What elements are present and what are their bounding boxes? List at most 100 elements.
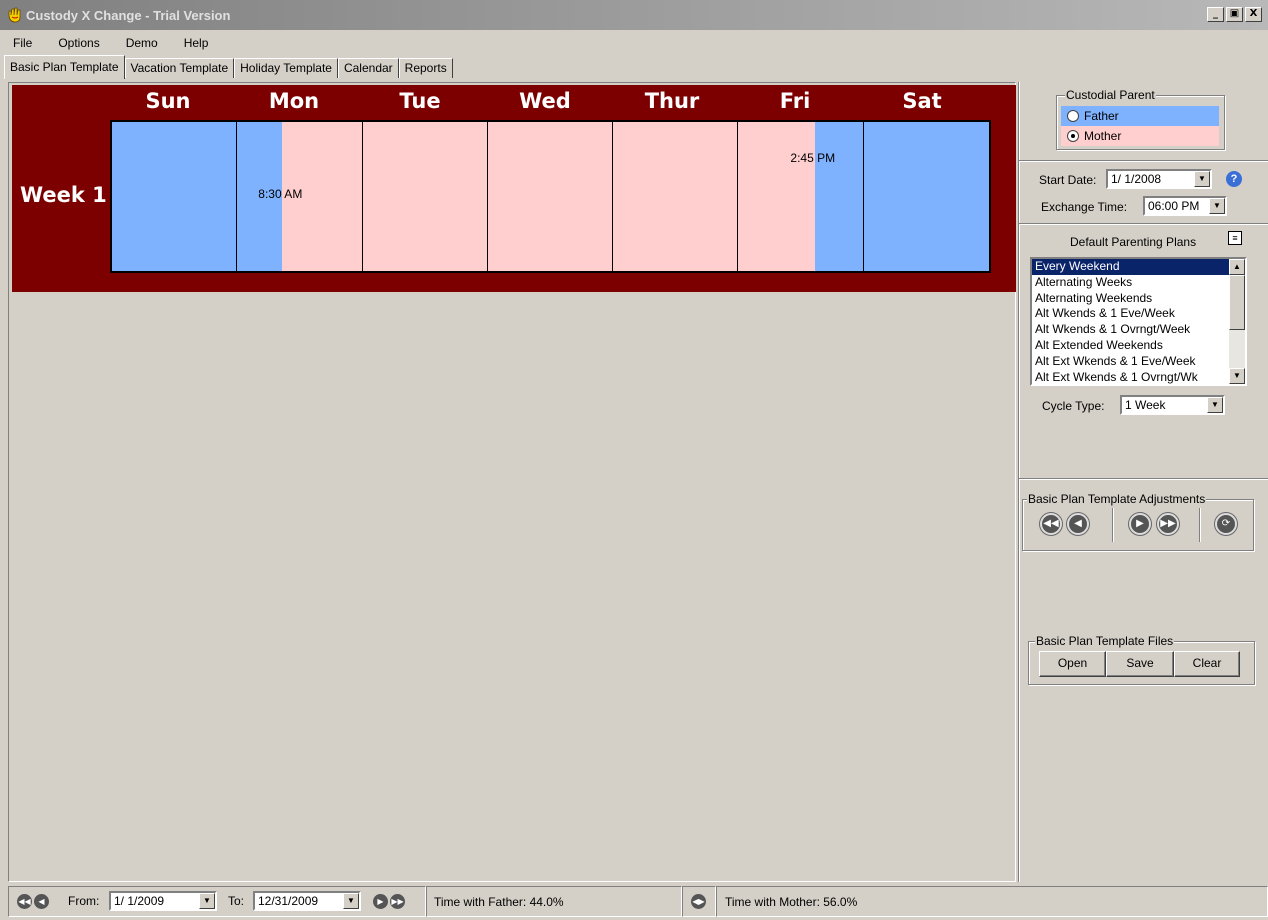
tab-basic-plan-template[interactable]: Basic Plan Template	[4, 55, 125, 79]
list-scrollbar[interactable]: ▲ ▼	[1229, 259, 1245, 384]
father-time-text: Time with Father: 44.0%	[434, 894, 564, 909]
day-cell-fri[interactable]: 2:45 PM	[738, 122, 864, 271]
day-cell-wed[interactable]	[487, 122, 614, 271]
chevron-down-icon[interactable]: ▼	[1209, 198, 1225, 214]
list-item[interactable]: Alt Ext Wkends & 1 Eve/Week	[1032, 354, 1245, 370]
menu-file[interactable]: File	[0, 36, 45, 50]
mother-time-text: Time with Mother: 56.0%	[725, 894, 858, 909]
day-header-mon: Mon	[268, 89, 320, 113]
day-cell-mon[interactable]: 8:30 AM	[237, 122, 363, 271]
father-segment	[815, 122, 863, 271]
shift-left-fast-icon[interactable]: ◀◀	[1040, 513, 1062, 535]
help-icon[interactable]: ?	[1226, 171, 1242, 187]
shift-left-icon[interactable]: ◀	[1067, 513, 1089, 535]
prev-icon[interactable]: ◀	[34, 894, 49, 909]
scroll-down-icon[interactable]: ▼	[1229, 368, 1245, 384]
to-date-picker[interactable]: 12/31/2009 ▼	[253, 891, 361, 911]
day-header-wed: Wed	[519, 89, 571, 113]
cycle-type-select[interactable]: 1 Week ▼	[1120, 395, 1225, 415]
adjustments-legend: Basic Plan Template Adjustments	[1027, 492, 1207, 506]
father-label: Father	[1084, 109, 1119, 123]
date-range-cell: ◀◀ ◀ From: 1/ 1/2009 ▼ To: 12/31/2009 ▼ …	[8, 886, 426, 917]
chevron-down-icon[interactable]: ▼	[199, 893, 215, 909]
close-button[interactable]: X	[1245, 7, 1262, 22]
week-grid: 8:30 AM 2:45 PM	[110, 120, 991, 273]
day-header-tue: Tue	[399, 89, 441, 113]
scroll-up-icon[interactable]: ▲	[1229, 259, 1245, 275]
from-date-value: 1/ 1/2009	[114, 894, 165, 908]
day-header-fri: Fri	[779, 89, 811, 113]
mother-radio[interactable]	[1067, 130, 1079, 142]
start-date-picker[interactable]: 1/ 1/2008 ▼	[1106, 169, 1212, 189]
start-date-value: 1/ 1/2008	[1111, 172, 1162, 186]
start-date-label: Start Date:	[1039, 173, 1097, 187]
cycle-type-value: 1 Week	[1125, 398, 1166, 412]
custodial-parent-group: Custodial Parent Father Mother	[1056, 88, 1225, 150]
status-bar: ◀◀ ◀ From: 1/ 1/2009 ▼ To: 12/31/2009 ▼ …	[0, 884, 1268, 920]
first-icon[interactable]: ◀◀	[17, 894, 32, 909]
day-cell-sun[interactable]	[112, 122, 238, 271]
next-icon[interactable]: ▶	[373, 894, 388, 909]
scroll-thumb[interactable]	[1229, 275, 1245, 330]
save-button[interactable]: Save	[1106, 651, 1174, 677]
default-plans-title: Default Parenting Plans	[1070, 235, 1197, 249]
exchange-time-picker[interactable]: 06:00 PM ▼	[1143, 196, 1227, 216]
print-icon[interactable]: ≡	[1228, 231, 1242, 245]
minimize-button[interactable]: _	[1207, 7, 1224, 22]
tab-vacation-template[interactable]: Vacation Template	[124, 58, 235, 78]
father-radio[interactable]	[1067, 110, 1079, 122]
week-schedule-panel: Sun Mon Tue Wed Thur Fri Sat Week 1 8:30…	[12, 85, 1016, 292]
restore-button[interactable]: ▣	[1226, 7, 1243, 22]
refresh-icon[interactable]: ⟳	[1215, 513, 1237, 535]
clear-button[interactable]: Clear	[1174, 651, 1240, 677]
father-radio-row[interactable]: Father	[1061, 106, 1219, 126]
tab-reports[interactable]: Reports	[398, 58, 453, 78]
chevron-down-icon[interactable]: ▼	[1194, 171, 1210, 187]
menu-help[interactable]: Help	[171, 36, 222, 50]
last-icon[interactable]: ▶▶	[390, 894, 405, 909]
window-title: Custody X Change - Trial Version	[26, 7, 231, 23]
day-cell-tue[interactable]	[362, 122, 488, 271]
template-files-legend: Basic Plan Template Files	[1035, 634, 1175, 648]
panel-divider	[1018, 82, 1020, 882]
shift-right-icon[interactable]: ▶	[1129, 513, 1151, 535]
from-label: From:	[68, 894, 100, 908]
open-button[interactable]: Open	[1039, 651, 1106, 677]
chevron-down-icon[interactable]: ▼	[343, 893, 359, 909]
mother-time-cell: Time with Mother: 56.0%	[716, 886, 1268, 917]
exchange-time-label: Exchange Time:	[1041, 200, 1128, 214]
menu-options[interactable]: Options	[45, 36, 112, 50]
list-item[interactable]: Alt Ext Wkends & 1 Ovrngt/Wk	[1032, 370, 1245, 384]
menu-demo[interactable]: Demo	[113, 36, 171, 50]
divider	[1199, 508, 1201, 542]
list-item[interactable]: Alternating Weekends	[1032, 291, 1245, 307]
list-item[interactable]: Alt Wkends & 1 Eve/Week	[1032, 306, 1245, 322]
day-cell-sat[interactable]	[863, 122, 989, 271]
tab-strip: Basic Plan Template Vacation Template Ho…	[4, 55, 453, 79]
shift-right-fast-icon[interactable]: ▶▶	[1157, 513, 1179, 535]
divider	[1112, 508, 1114, 542]
swap-icon[interactable]: ◀▶	[691, 894, 706, 909]
mother-segment	[738, 122, 816, 271]
parenting-plans-list[interactable]: Every Weekend Alternating Weeks Alternat…	[1030, 257, 1247, 386]
week-label: Week 1	[20, 183, 107, 207]
tab-calendar[interactable]: Calendar	[337, 58, 399, 78]
tab-holiday-template[interactable]: Holiday Template	[234, 58, 338, 78]
swap-cell: ◀▶	[682, 886, 716, 917]
list-item[interactable]: Every Weekend	[1032, 259, 1245, 275]
exchange-time-label: 8:30 AM	[258, 187, 303, 201]
menu-bar: File Options Demo Help	[0, 33, 221, 53]
list-item[interactable]: Alt Extended Weekends	[1032, 338, 1245, 354]
list-item[interactable]: Alternating Weeks	[1032, 275, 1245, 291]
mother-radio-row[interactable]: Mother	[1061, 126, 1219, 146]
chevron-down-icon[interactable]: ▼	[1207, 397, 1223, 413]
day-cell-thur[interactable]	[613, 122, 739, 271]
from-date-picker[interactable]: 1/ 1/2009 ▼	[109, 891, 217, 911]
day-header-thur: Thur	[644, 89, 700, 113]
exchange-time-label: 2:45 PM	[790, 151, 836, 165]
father-time-cell: Time with Father: 44.0%	[426, 886, 682, 917]
divider	[1019, 160, 1268, 162]
list-item[interactable]: Alt Wkends & 1 Ovrngt/Week	[1032, 322, 1245, 338]
to-label: To:	[228, 894, 245, 908]
to-date-value: 12/31/2009	[258, 894, 319, 908]
